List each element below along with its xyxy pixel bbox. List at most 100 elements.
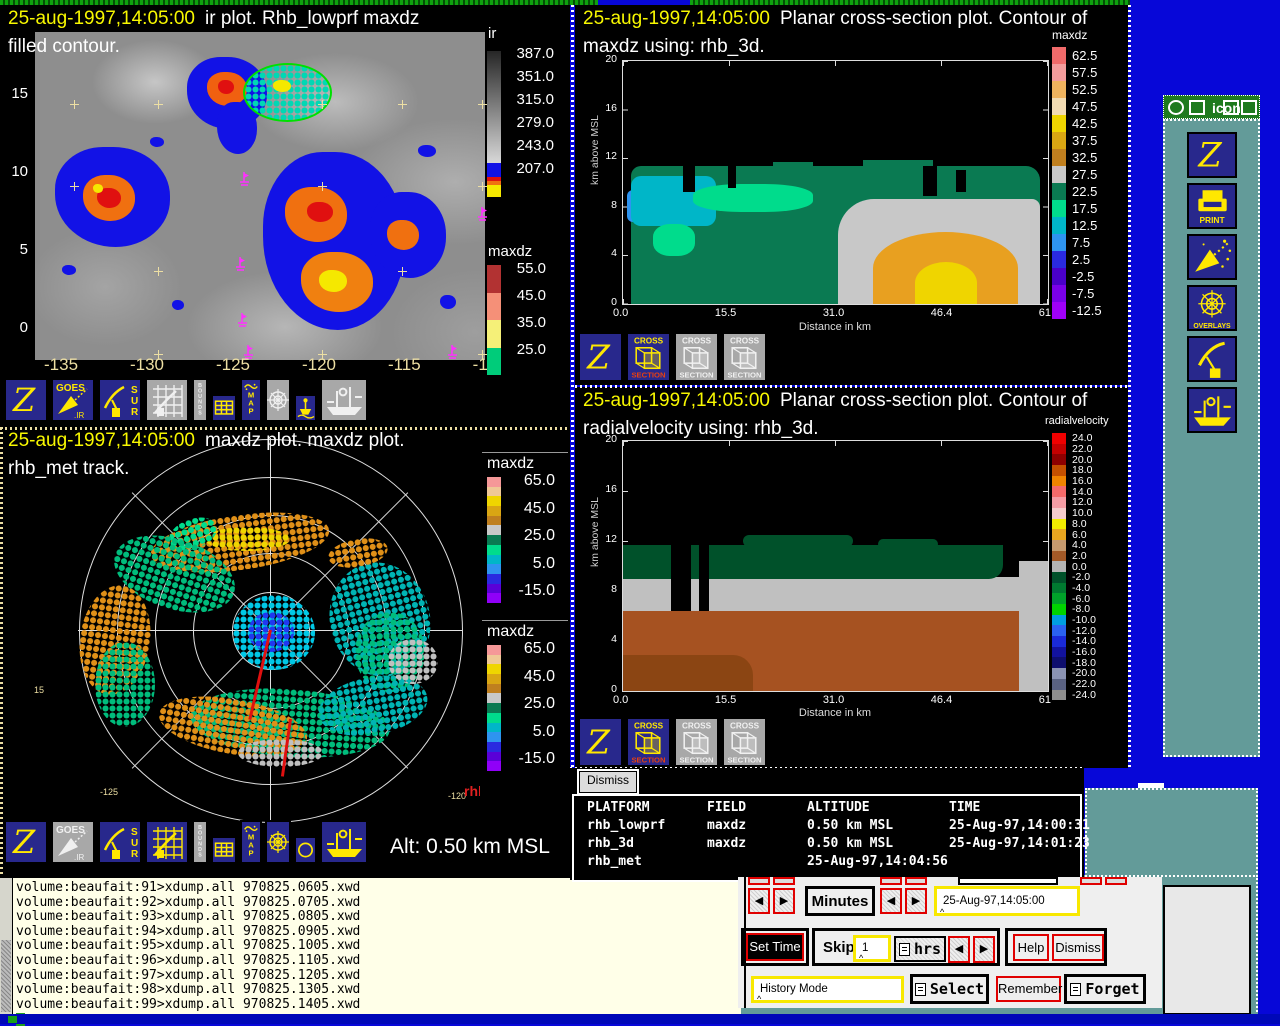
- skip-forward-button[interactable]: ▶: [973, 936, 995, 963]
- window-iconify-icon[interactable]: [1223, 100, 1239, 115]
- hours-units-button[interactable]: hrs: [894, 936, 946, 962]
- colorbar-segment: [487, 555, 501, 565]
- map-button[interactable]: MAP: [240, 378, 262, 422]
- cross-section-button[interactable]: CROSSSECTION: [626, 717, 671, 767]
- tick-label: 4: [595, 247, 617, 296]
- ir-satellite-image[interactable]: [35, 32, 485, 360]
- zebra-button[interactable]: Z: [1187, 132, 1237, 178]
- cross-section-button[interactable]: CROSS SECTION: [674, 717, 719, 767]
- tick-label: 387.0: [506, 45, 554, 68]
- svg-text:SECTION: SECTION: [679, 756, 714, 765]
- grid-button[interactable]: [211, 836, 237, 864]
- buoy-button[interactable]: [294, 394, 317, 422]
- table-dismiss-button[interactable]: Dismiss: [577, 769, 639, 795]
- colorbar-segment: [487, 265, 501, 293]
- table-cell: 25-Aug-97,14:00:31: [949, 818, 1090, 836]
- terminal-output: volume:beaufait:91>xdump.all 970825.0605…: [16, 881, 360, 1012]
- zebra-button[interactable]: Z: [4, 820, 48, 864]
- skip-value-field[interactable]: 1 ^: [853, 935, 891, 962]
- forget-button[interactable]: Forget: [1064, 974, 1146, 1004]
- overlays-button[interactable]: OVERLAYS: [1187, 285, 1237, 331]
- surveillance-button[interactable]: SUR: [98, 378, 142, 422]
- ship-button[interactable]: [1187, 387, 1237, 433]
- colorbar-swatch: [1052, 149, 1066, 166]
- select-button[interactable]: Select: [910, 974, 989, 1004]
- title-text: Planar cross-section plot. Contour of: [780, 390, 1087, 411]
- surveillance-button[interactable]: SUR: [98, 820, 142, 864]
- step-forward-button[interactable]: ▶: [905, 888, 927, 914]
- set-time-button[interactable]: Set Time: [746, 933, 804, 961]
- minutes-button[interactable]: Minutes: [805, 886, 875, 916]
- minutes-forward-button[interactable]: ▶: [773, 888, 795, 914]
- colorbar-entry: -2.5: [1052, 268, 1102, 285]
- colorbar-segment: [487, 742, 501, 752]
- ship-button[interactable]: [320, 378, 368, 422]
- table-cell: rhb_lowprf: [587, 818, 707, 836]
- datetime-field[interactable]: 25-Aug-97,14:05:00 ^: [934, 886, 1080, 916]
- bounds-button[interactable]: BOUNDS: [192, 820, 208, 864]
- ir-cold-cloud: [62, 265, 76, 275]
- x-axis-ticks: 0.015.531.046.461: [613, 307, 1051, 319]
- colorbar-entry: -7.5: [1052, 285, 1102, 302]
- terminal-scrollbar[interactable]: [0, 878, 13, 1015]
- colorbar-segment: [487, 525, 501, 535]
- screen-bottom-border: [0, 1014, 1280, 1024]
- ship-button[interactable]: [320, 820, 368, 864]
- clipped-button: [905, 877, 927, 885]
- xsection-maxdz-plot[interactable]: [622, 60, 1049, 305]
- map-button[interactable]: MAP: [240, 820, 262, 864]
- minutes-back-button[interactable]: ◀: [748, 888, 770, 914]
- svg-text:PRINT: PRINT: [1199, 215, 1225, 225]
- history-mode-field[interactable]: History Mode ^: [751, 976, 904, 1003]
- time-control-dialog: ◀ ▶ Minutes ◀ ▶ 25-Aug-97,14:05:00 ^ Set…: [738, 877, 1162, 1008]
- cross-section-button[interactable]: CROSSSECTION: [626, 332, 671, 382]
- help-button[interactable]: Help: [1013, 934, 1049, 961]
- tick-label: 55.0: [506, 260, 546, 287]
- svg-text:U: U: [131, 838, 138, 849]
- zebra-button[interactable]: Z: [578, 717, 623, 767]
- remember-button[interactable]: Remember: [996, 976, 1061, 1002]
- skip-back-button[interactable]: ◀: [948, 936, 970, 963]
- overlay-rings-button[interactable]: [265, 378, 291, 422]
- dialog-dismiss-button[interactable]: Dismiss: [1052, 934, 1104, 961]
- colorbar-segment: [487, 487, 501, 497]
- satellite-button[interactable]: [1187, 234, 1237, 280]
- grid-button[interactable]: [211, 394, 237, 422]
- table-cell: 0.50 km MSL: [807, 836, 949, 854]
- radar-grid-button[interactable]: [145, 378, 189, 422]
- cross-section-button[interactable]: CROSSSECTION: [722, 717, 767, 767]
- window-menu-icon[interactable]: [1168, 100, 1184, 115]
- cross-section-button[interactable]: CROSSSECTION: [674, 332, 719, 382]
- overlay-rings-icon: [267, 822, 289, 862]
- svg-text:CROSS: CROSS: [682, 722, 712, 731]
- goes-ir-button[interactable]: GOES.IR: [51, 378, 95, 422]
- bounds-button[interactable]: BOUNDS: [192, 378, 208, 422]
- zebra-button[interactable]: Z: [4, 378, 48, 422]
- radar-echo: [238, 739, 323, 767]
- xsection-radialvelocity-plot[interactable]: [622, 440, 1049, 692]
- tick-label: 4: [595, 633, 617, 683]
- icon-dock-titlebar[interactable]: icon: [1163, 95, 1260, 119]
- circle-button[interactable]: [294, 836, 317, 864]
- overlay-rings-button[interactable]: [265, 820, 291, 864]
- print-button[interactable]: PRINT: [1187, 183, 1237, 229]
- window-doc-icon[interactable]: [1189, 100, 1205, 115]
- tick-label: -125: [216, 355, 250, 375]
- terminal-window[interactable]: volume:beaufait:91>xdump.all 970825.0605…: [0, 877, 741, 1015]
- ir-cloud-core: [218, 80, 234, 94]
- svg-text:GOES: GOES: [56, 825, 85, 836]
- title-text: maxdz plot. maxdz plot.: [205, 430, 405, 451]
- radar-dish-button[interactable]: [1187, 336, 1237, 382]
- zebra-button[interactable]: Z: [578, 332, 623, 382]
- cross-section-button[interactable]: CROSSSECTION: [722, 332, 767, 382]
- step-back-button[interactable]: ◀: [880, 888, 902, 914]
- colorbar-swatch: [1052, 508, 1066, 519]
- tick-label: -15.0: [507, 582, 555, 610]
- window-resize-icon[interactable]: [1241, 100, 1257, 115]
- goes-ir-button[interactable]: GOES.IR: [51, 820, 95, 864]
- ppi-display[interactable]: 15 -125 -120 rhb_met: [0, 427, 480, 877]
- colorbar-value: 32.5: [1066, 150, 1097, 165]
- radar-grid-button[interactable]: [145, 820, 189, 864]
- tick-label: 20: [595, 433, 617, 483]
- terminal-line: volume:beaufait:92>xdump.all 970825.0705…: [16, 896, 360, 911]
